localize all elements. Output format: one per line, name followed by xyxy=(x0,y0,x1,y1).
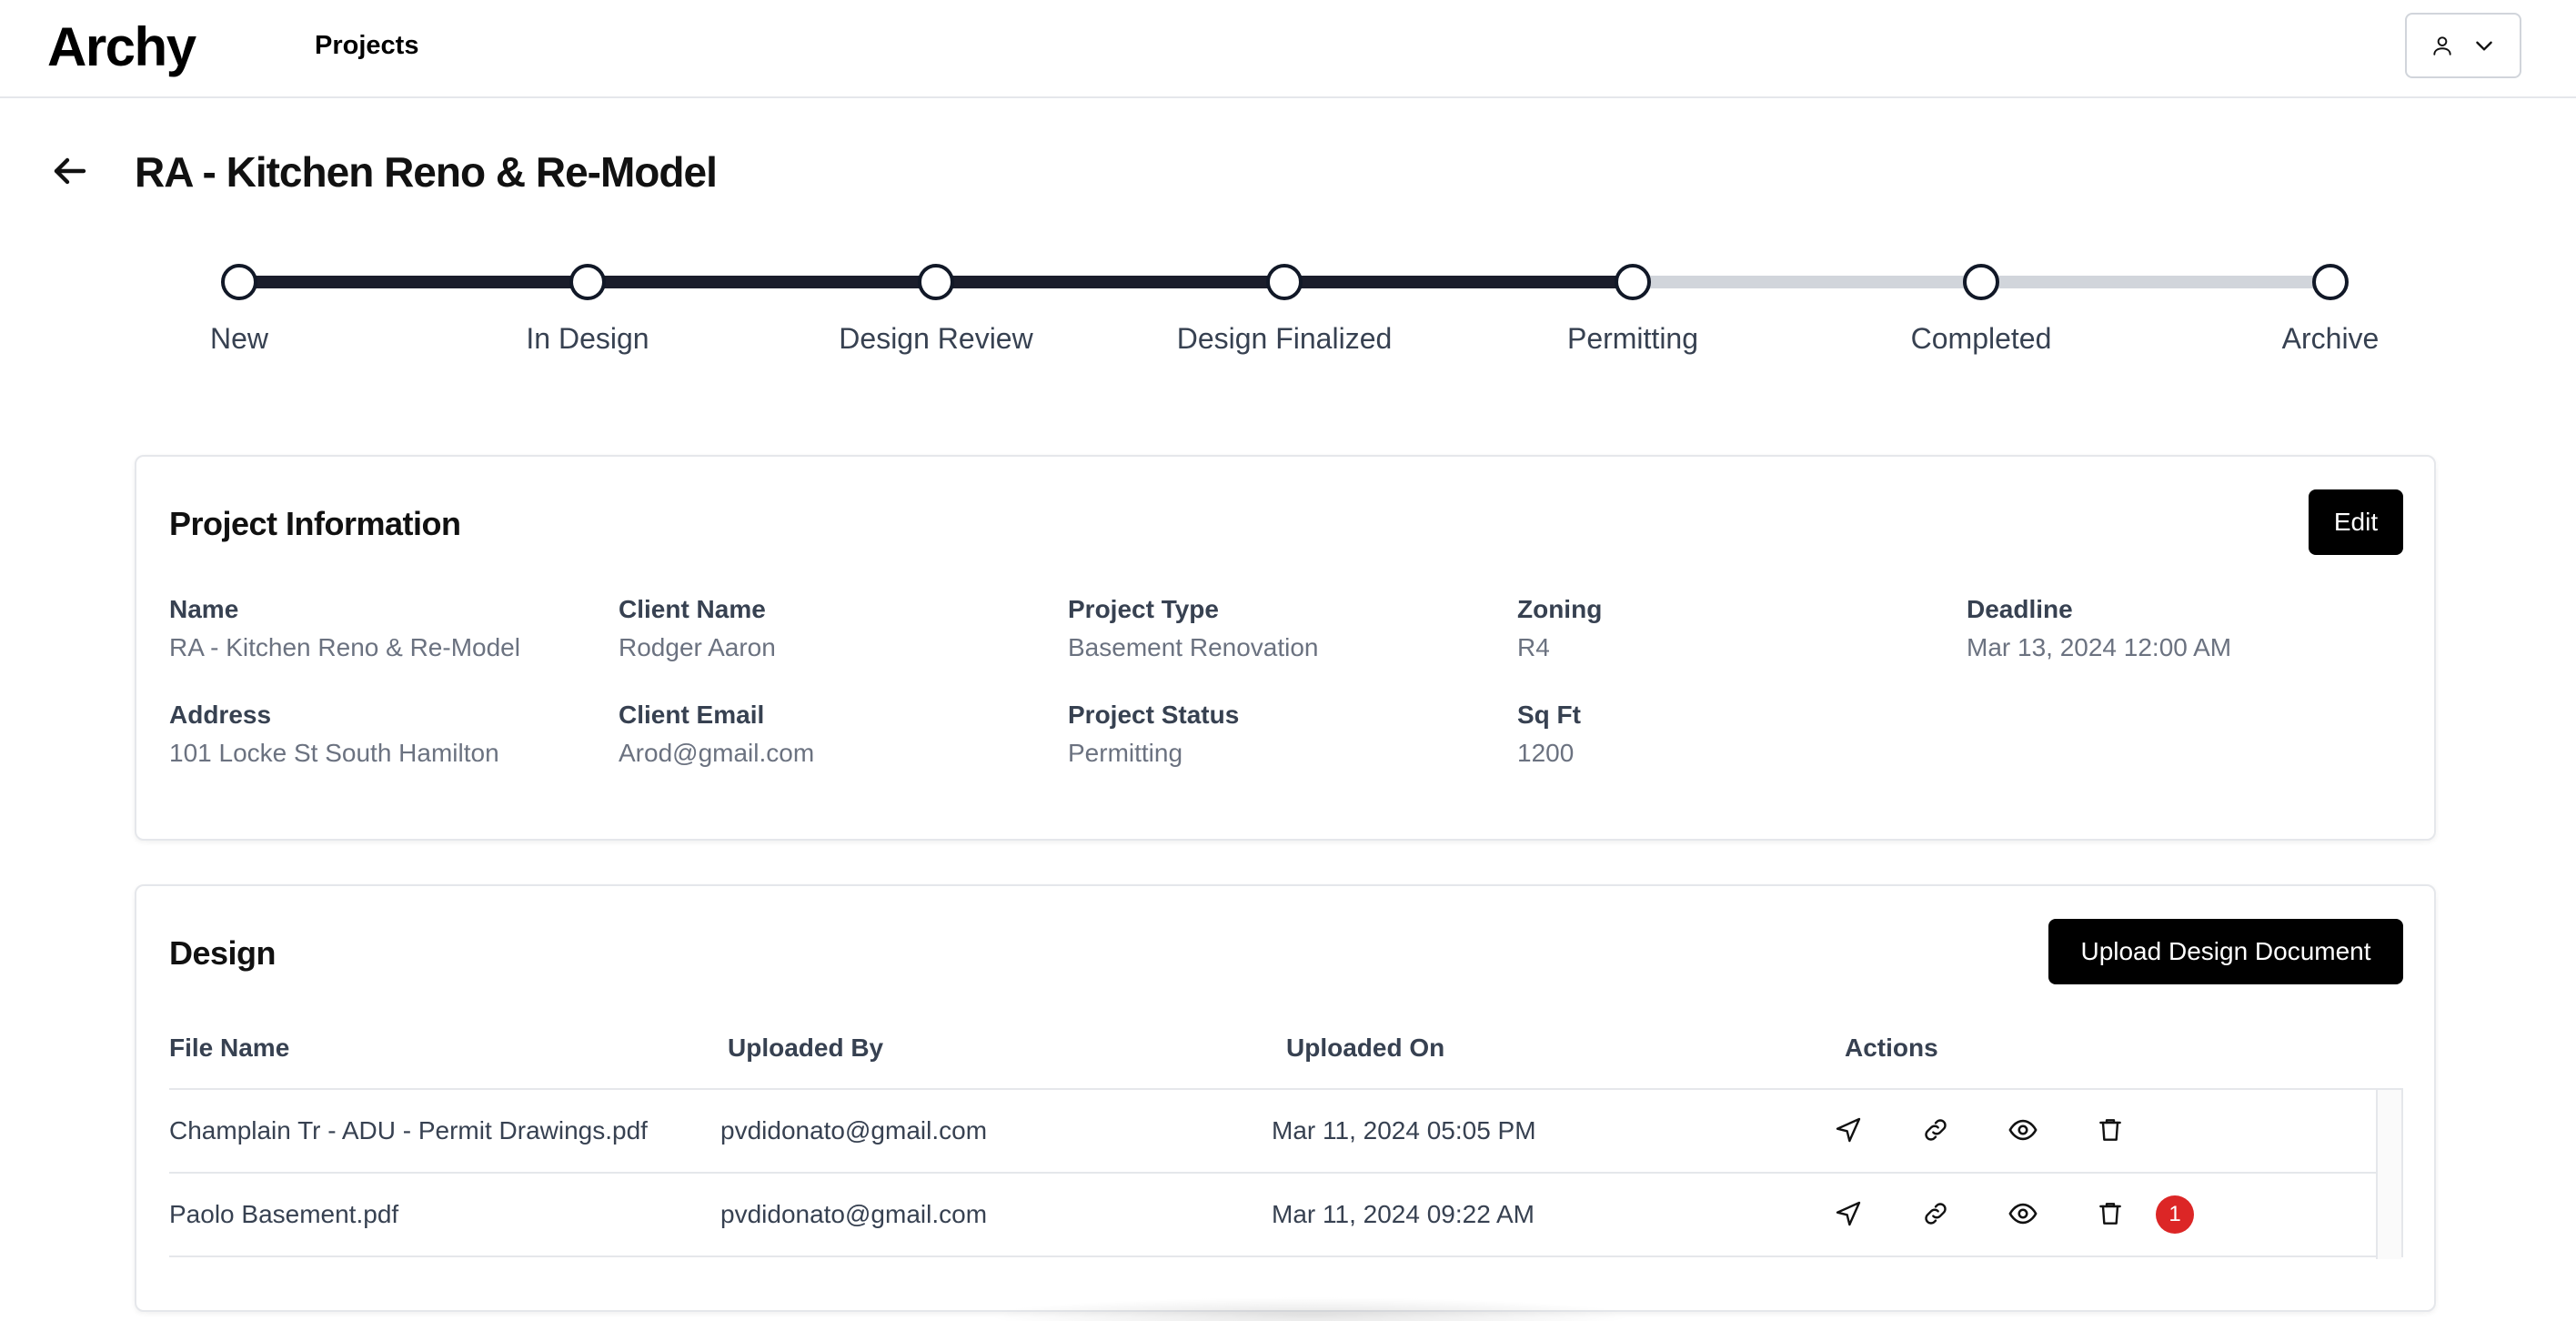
field-value: Mar 13, 2024 12:00 AM xyxy=(1967,633,2232,661)
column-header-actions: Actions xyxy=(1845,1034,1938,1062)
step-dot xyxy=(1615,264,1651,300)
step-completed[interactable]: Completed xyxy=(1836,246,2127,357)
table-row: Paolo Basement.pdf pvdidonato@gmail.com … xyxy=(169,1174,2378,1257)
eye-icon[interactable] xyxy=(2005,1195,2041,1232)
field-name: Name RA - Kitchen Reno & Re-Model xyxy=(169,593,597,664)
table-row: Champlain Tr - ADU - Permit Drawings.pdf… xyxy=(169,1090,2378,1174)
project-information-card: Project Information Edit Name RA - Kitch… xyxy=(135,455,2436,841)
step-label: New xyxy=(209,322,268,355)
field-project-status: Project Status Permitting xyxy=(1068,699,1495,770)
field-label: Zoning xyxy=(1517,595,1603,623)
step-new[interactable]: New xyxy=(94,246,385,357)
column-header-file-name: File Name xyxy=(169,1034,290,1062)
field-label: Project Status xyxy=(1068,701,1240,729)
step-archive[interactable]: Archive xyxy=(2185,246,2476,357)
step-design-review[interactable]: Design Review xyxy=(790,246,1082,357)
step-dot xyxy=(221,264,257,300)
step-label: Design Finalized xyxy=(1176,322,1393,355)
user-icon xyxy=(2430,34,2454,57)
field-value: Arod@gmail.com xyxy=(619,739,815,767)
field-deadline: Deadline Mar 13, 2024 12:00 AM xyxy=(1967,593,2394,664)
step-dot xyxy=(918,264,954,300)
step-design-finalized[interactable]: Design Finalized xyxy=(1139,246,1430,357)
field-label: Project Type xyxy=(1068,595,1219,623)
field-address: Address 101 Locke St South Hamilton xyxy=(169,699,597,770)
uploaded-by-cell: pvdidonato@gmail.com xyxy=(720,1200,988,1228)
field-zoning: Zoning R4 xyxy=(1517,593,1945,664)
field-label: Deadline xyxy=(1967,595,2073,623)
field-client-name: Client Name Rodger Aaron xyxy=(619,593,1046,664)
field-label: Client Name xyxy=(619,595,766,623)
step-in-design[interactable]: In Design xyxy=(442,246,733,357)
app-logo[interactable]: Archy xyxy=(47,15,196,80)
column-header-uploaded-by: Uploaded By xyxy=(728,1034,884,1062)
file-name-cell[interactable]: Champlain Tr - ADU - Permit Drawings.pdf xyxy=(169,1114,648,1147)
field-label: Address xyxy=(169,701,272,729)
field-value: 1200 xyxy=(1517,739,1575,767)
link-icon[interactable] xyxy=(1917,1112,1954,1148)
field-project-type: Project Type Basement Renovation xyxy=(1068,593,1495,664)
status-stepper: New In Design Design Review Design Final… xyxy=(0,246,2576,373)
field-value: RA - Kitchen Reno & Re-Model xyxy=(169,633,520,661)
table-scrollbar[interactable] xyxy=(2376,1090,2401,1259)
field-value: R4 xyxy=(1517,633,1550,661)
field-value: Rodger Aaron xyxy=(619,633,776,661)
field-value: Permitting xyxy=(1068,739,1183,767)
step-label: Design Review xyxy=(839,322,1033,355)
step-dot xyxy=(569,264,606,300)
design-documents-table: Champlain Tr - ADU - Permit Drawings.pdf… xyxy=(169,1088,2403,1259)
edit-button[interactable]: Edit xyxy=(2309,489,2403,555)
send-icon[interactable] xyxy=(1830,1195,1867,1232)
field-client-email: Client Email Arod@gmail.com xyxy=(619,699,1046,770)
arrow-left-icon[interactable] xyxy=(47,149,91,193)
field-value: 101 Locke St South Hamilton xyxy=(169,739,499,767)
trash-icon[interactable] xyxy=(2092,1112,2128,1148)
file-name-cell[interactable]: Paolo Basement.pdf xyxy=(169,1198,398,1231)
eye-icon[interactable] xyxy=(2005,1112,2041,1148)
uploaded-on-cell: Mar 11, 2024 09:22 AM xyxy=(1272,1200,1535,1228)
field-label: Client Email xyxy=(619,701,765,729)
step-label: In Design xyxy=(526,322,649,355)
card-title: Design xyxy=(169,934,277,972)
link-icon[interactable] xyxy=(1917,1195,1954,1232)
user-menu-button[interactable] xyxy=(2405,13,2521,78)
notification-badge[interactable]: 1 xyxy=(2156,1195,2194,1234)
field-label: Name xyxy=(169,595,239,623)
uploaded-on-cell: Mar 11, 2024 05:05 PM xyxy=(1272,1116,1536,1145)
nav-projects-link[interactable]: Projects xyxy=(315,29,418,62)
send-icon[interactable] xyxy=(1830,1112,1867,1148)
uploaded-by-cell: pvdidonato@gmail.com xyxy=(720,1116,988,1145)
upload-design-document-button[interactable]: Upload Design Document xyxy=(2048,919,2403,984)
card-title: Project Information xyxy=(169,505,461,542)
step-label: Permitting xyxy=(1566,322,1699,355)
page-title: RA - Kitchen Reno & Re-Model xyxy=(135,148,718,196)
step-dot xyxy=(2312,264,2349,300)
step-label: Archive xyxy=(2281,322,2380,355)
step-dot xyxy=(1266,264,1303,300)
field-sq-ft: Sq Ft 1200 xyxy=(1517,699,1945,770)
field-label: Sq Ft xyxy=(1517,701,1581,729)
step-dot xyxy=(1963,264,1999,300)
step-permitting[interactable]: Permitting xyxy=(1487,246,1778,357)
step-label: Completed xyxy=(1910,322,2052,355)
top-navbar: Archy Projects xyxy=(0,0,2576,98)
field-value: Basement Renovation xyxy=(1068,633,1319,661)
design-card: Design Upload Design Document File Name … xyxy=(135,884,2436,1312)
trash-icon[interactable] xyxy=(2092,1195,2128,1232)
column-header-uploaded-on: Uploaded On xyxy=(1286,1034,1445,1062)
chevron-down-icon xyxy=(2472,34,2496,57)
